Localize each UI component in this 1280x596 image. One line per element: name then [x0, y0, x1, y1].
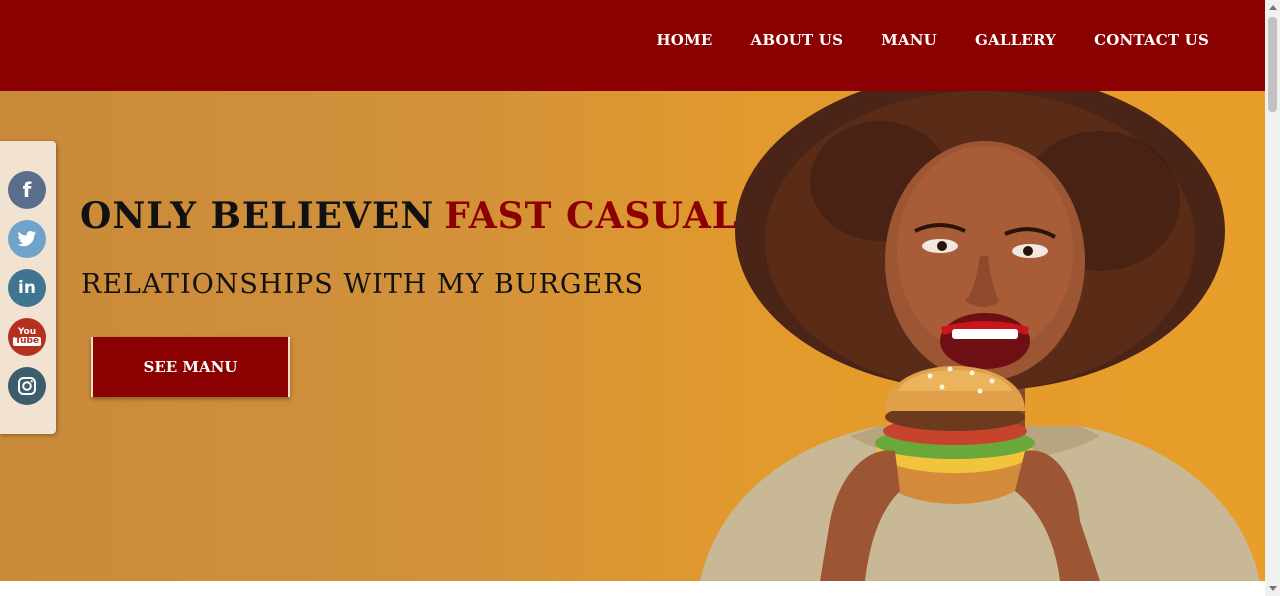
youtube-label-bottom: Tube — [12, 336, 42, 346]
facebook-icon[interactable]: f — [8, 171, 46, 209]
nav-home[interactable]: HOME — [656, 31, 712, 49]
see-manu-button[interactable]: SEE MANU — [91, 337, 290, 397]
youtube-icon[interactable]: You Tube — [8, 318, 46, 356]
nav-contact-us[interactable]: CONTACT US — [1094, 31, 1209, 49]
page: HOME ABOUT US MANU GALLERY CONTACT US ON… — [0, 0, 1280, 596]
page-bottom-strip — [0, 581, 1265, 596]
social-sidebar: f in You Tube — [0, 141, 56, 434]
hero-subtitle: RELATIONSHIPS WITH MY BURGERS — [81, 269, 645, 300]
scrollbar-thumb[interactable] — [1268, 17, 1277, 112]
hero-title: ONLY BELIEVEN FAST CASUAL — [80, 195, 738, 237]
nav-manu[interactable]: MANU — [881, 31, 937, 49]
scroll-up-arrow-icon[interactable] — [1269, 5, 1277, 10]
vertical-scrollbar[interactable] — [1265, 0, 1280, 596]
nav-gallery[interactable]: GALLERY — [975, 31, 1056, 49]
twitter-icon[interactable] — [8, 220, 46, 258]
hero-section: ONLY BELIEVEN FAST CASUAL RELATIONSHIPS W… — [0, 91, 1265, 581]
twitter-bird-glyph — [17, 231, 37, 247]
scroll-down-arrow-icon[interactable] — [1269, 586, 1277, 591]
main-nav: HOME ABOUT US MANU GALLERY CONTACT US — [656, 31, 1209, 49]
hero-image — [700, 91, 1260, 581]
instagram-glyph — [18, 377, 36, 395]
site-header: HOME ABOUT US MANU GALLERY CONTACT US — [0, 0, 1265, 91]
hero-title-main: ONLY BELIEVEN — [80, 195, 435, 237]
linkedin-icon[interactable]: in — [8, 269, 46, 307]
nav-about-us[interactable]: ABOUT US — [750, 31, 843, 49]
instagram-icon[interactable] — [8, 367, 46, 405]
